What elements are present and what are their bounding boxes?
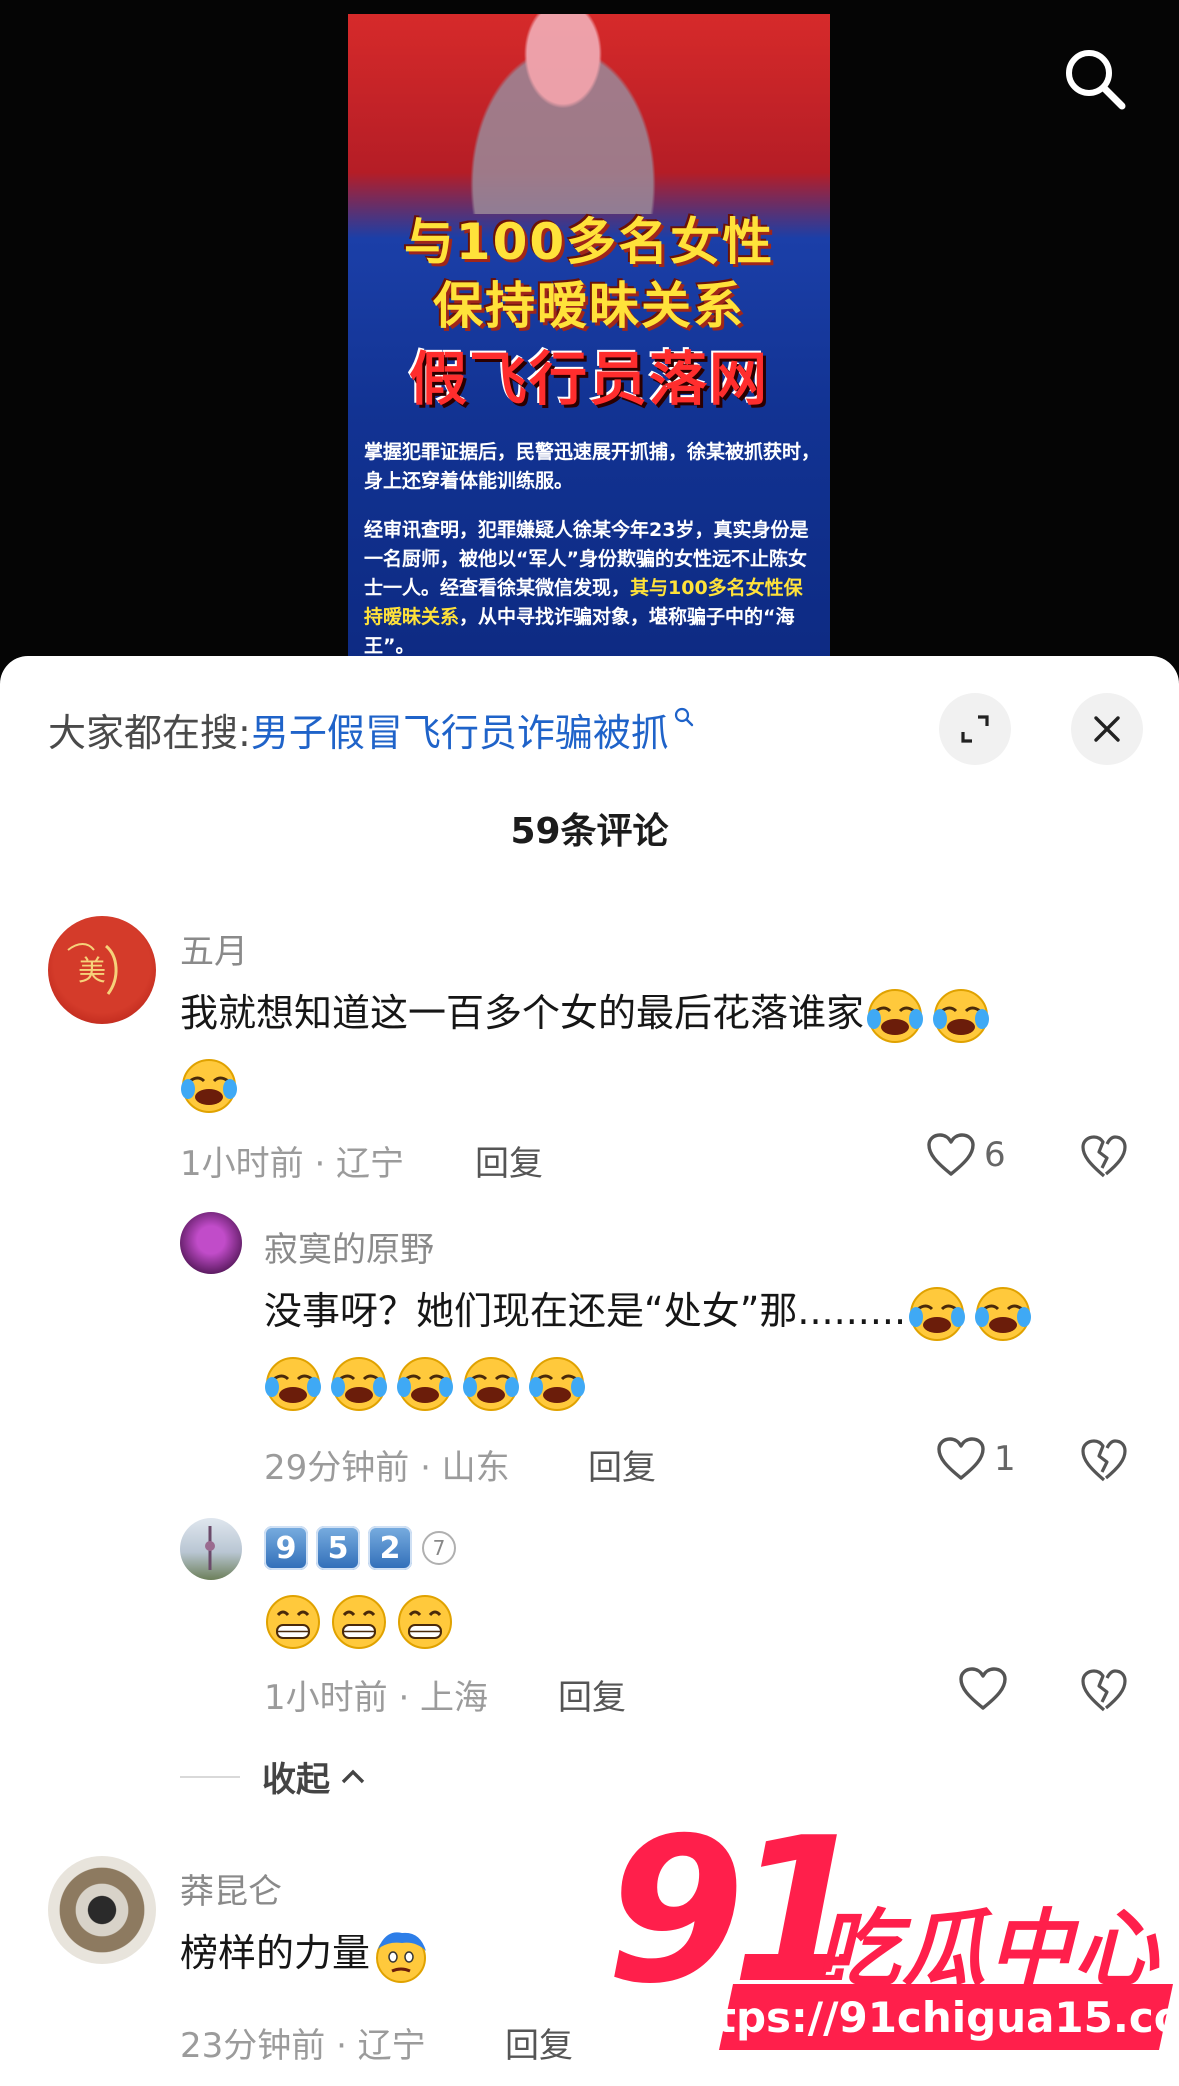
- comment-username[interactable]: 五月: [180, 924, 248, 973]
- laughing-crying-emoji: [908, 1285, 966, 1343]
- comment-text-line: 我就想知道这一百多个女的最后花落谁家: [180, 991, 865, 1035]
- like-button[interactable]: 1: [936, 1436, 1016, 1482]
- comment-text-line: 榜样的力量: [180, 1931, 371, 1975]
- comment-emoji-row: [264, 1346, 594, 1416]
- comment-username[interactable]: 莽昆仑: [180, 1864, 282, 1913]
- comment-emoji-row: [264, 1584, 462, 1654]
- grinning-emoji: [396, 1593, 454, 1651]
- svg-text:美: 美: [78, 954, 106, 987]
- like-count: 6: [984, 1135, 1006, 1175]
- avatar[interactable]: [48, 1856, 156, 1964]
- collapse-label: 收起: [262, 1760, 330, 1800]
- comment-username[interactable]: 9 5 2 7: [264, 1526, 456, 1570]
- heart-icon: [937, 1437, 985, 1480]
- avatar[interactable]: [180, 1212, 242, 1274]
- laughing-crying-emoji: [264, 1355, 322, 1413]
- video-headline-1: 与100多名女性: [403, 213, 775, 271]
- reply-button[interactable]: 回复: [558, 1670, 626, 1719]
- watermark-url: https://91chigua15.com: [666, 1984, 1179, 2050]
- broken-heart-icon: [1081, 1135, 1127, 1178]
- heart-icon: [959, 1667, 1007, 1710]
- like-count: 1: [994, 1439, 1016, 1479]
- trending-search-term[interactable]: 男子假冒飞行员诈骗被抓: [251, 702, 669, 757]
- laughing-crying-emoji: [462, 1355, 520, 1413]
- laughing-crying-emoji: [932, 987, 990, 1045]
- comment-count: 59条评论: [510, 811, 669, 852]
- comment-username[interactable]: 寂寞的原野: [264, 1222, 434, 1271]
- chevron-up-icon: [341, 1769, 365, 1783]
- collapse-divider: [180, 1775, 240, 1778]
- video-paragraph-1: 掌握犯罪证据后，民警迅速展开抓捕，徐某被抓获时，身上还穿着体能训练服。: [364, 441, 821, 492]
- video-person-blurred: [448, 14, 678, 214]
- avatar[interactable]: 美: [48, 916, 156, 1024]
- video-player[interactable]: 与100多名女性 保持暧昧关系 假飞行员落网 掌握犯罪证据后，民警迅速展开抓捕，…: [0, 0, 1179, 700]
- broken-heart-icon: [1081, 1669, 1127, 1712]
- search-icon[interactable]: [1060, 44, 1130, 114]
- dislike-button[interactable]: [1080, 1438, 1128, 1488]
- comment-text: 没事呀？她们现在还是“处女”那.........: [264, 1276, 1040, 1346]
- user-level-badge: 7: [422, 1531, 456, 1565]
- video-paragraph-2: 经审讯查明，犯罪嫌疑人徐某今年23岁，真实身份是一名厨师，被他以“军人”身份欺骗…: [364, 516, 820, 661]
- reply-button[interactable]: 回复: [505, 2018, 573, 2067]
- laughing-crying-emoji: [396, 1355, 454, 1413]
- comment-text-line-2: [180, 1048, 246, 1118]
- comment-time-location: 1小时前 · 辽宁: [180, 1144, 405, 1184]
- username-digit: 9: [264, 1526, 308, 1570]
- expand-icon: [961, 715, 989, 743]
- username-digit: 2: [368, 1526, 412, 1570]
- like-button[interactable]: [958, 1666, 1008, 1712]
- laughing-crying-emoji: [528, 1355, 586, 1413]
- broken-heart-icon: [1081, 1439, 1127, 1482]
- trending-search-prefix: 大家都在搜:: [48, 710, 251, 755]
- laughing-crying-emoji: [974, 1285, 1032, 1343]
- comment-time-location: 1小时前 · 上海: [264, 1678, 489, 1718]
- avatar[interactable]: [180, 1518, 242, 1580]
- collapse-replies-button[interactable]: 收起: [180, 1752, 368, 1801]
- comment-time-location: 29分钟前 · 山东: [264, 1448, 510, 1488]
- username-digit: 5: [316, 1526, 360, 1570]
- strong-face-emoji: [372, 1927, 430, 1985]
- comment-time-location: 23分钟前 · 辽宁: [180, 2026, 426, 2066]
- video-caption: 掌握犯罪证据后，民警迅速展开抓捕，徐某被抓获时，身上还穿着体能训练服。 经审讯查…: [364, 438, 820, 674]
- dislike-button[interactable]: [1080, 1668, 1128, 1718]
- close-icon: [1094, 716, 1120, 742]
- comment-text-line: 没事呀？她们现在还是“处女”那.........: [264, 1289, 907, 1333]
- watermark-logo: 91 吃瓜中心 https://91chigua15.com: [596, 1812, 1179, 2086]
- laughing-crying-emoji: [866, 987, 924, 1045]
- watermark-url-text: https://91chigua15.com: [665, 1992, 1179, 2042]
- reply-button[interactable]: 回复: [588, 1440, 656, 1489]
- comment-text: 我就想知道这一百多个女的最后花落谁家: [180, 978, 998, 1048]
- heart-icon: [927, 1133, 975, 1176]
- close-button[interactable]: [1071, 693, 1143, 765]
- expand-button[interactable]: [939, 693, 1011, 765]
- dislike-button[interactable]: [1080, 1134, 1128, 1184]
- laughing-crying-emoji: [180, 1057, 238, 1115]
- comment-text: 榜样的力量: [180, 1918, 438, 1988]
- video-headline-3: 假飞行员落网: [408, 345, 769, 413]
- grinning-emoji: [264, 1593, 322, 1651]
- reply-button[interactable]: 回复: [475, 1136, 543, 1185]
- like-button[interactable]: 6: [926, 1132, 1006, 1178]
- search-mini-icon: [674, 707, 694, 727]
- grinning-emoji: [330, 1593, 388, 1651]
- laughing-crying-emoji: [330, 1355, 388, 1413]
- video-headline-2: 保持暧昧关系: [433, 277, 745, 335]
- video-frame: 与100多名女性 保持暧昧关系 假飞行员落网 掌握犯罪证据后，民警迅速展开抓捕，…: [348, 14, 830, 674]
- trending-search[interactable]: 大家都在搜: 男子假冒飞行员诈骗被抓: [48, 702, 695, 757]
